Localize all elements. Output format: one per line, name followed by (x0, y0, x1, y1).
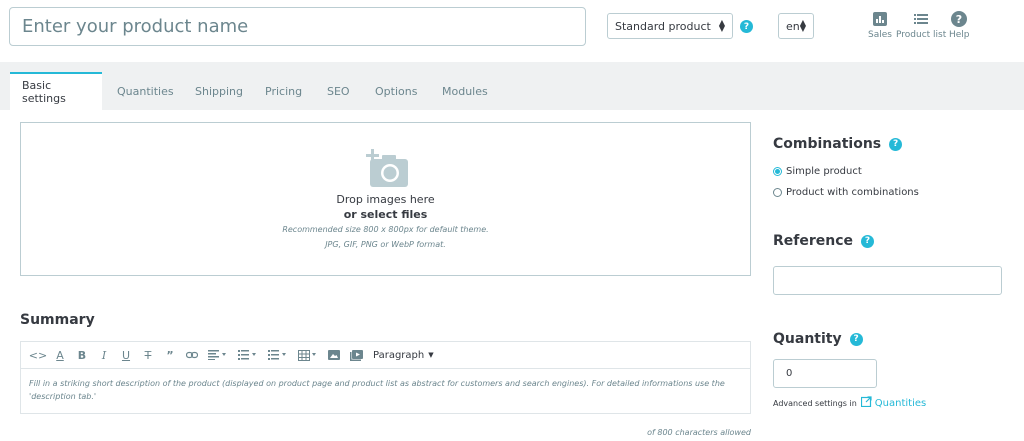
product-list-button[interactable]: Product list (896, 11, 946, 40)
advanced-settings-row: Advanced settings in Quantities (773, 396, 926, 410)
help-button[interactable]: ? Help (949, 11, 970, 40)
tab-options[interactable]: Options (363, 72, 429, 110)
radio-button[interactable] (773, 188, 782, 197)
camera-add-icon (366, 149, 408, 190)
tab-bar: Basic settings Quantities Shipping Prici… (0, 62, 1024, 110)
text-color-icon[interactable]: A (49, 345, 71, 365)
select-arrows-icon: ▲ ▼ (799, 18, 806, 33)
radio-product-with-combinations[interactable]: Product with combinations (773, 187, 919, 198)
tab-label: Quantities (117, 84, 174, 98)
media-icon[interactable] (345, 345, 367, 365)
tab-label: SEO (327, 84, 350, 98)
summary-title: Summary (20, 312, 95, 328)
quantity-input[interactable]: 0 (773, 359, 877, 388)
select-arrows-icon: ▲ ▼ (718, 18, 725, 33)
tab-label: Basic settings (22, 79, 66, 105)
combinations-title: Combinations ? (773, 136, 903, 152)
image-icon[interactable] (323, 345, 345, 365)
summary-text-area[interactable]: Fill in a striking short description of … (21, 369, 750, 411)
list-icon (914, 11, 929, 27)
external-link-icon (860, 396, 872, 410)
reference-input[interactable] (773, 266, 1002, 295)
quantity-title: Quantity ? (773, 331, 863, 347)
bold-icon[interactable]: B (71, 345, 93, 365)
radio-button[interactable] (773, 167, 782, 176)
tab-seo[interactable]: SEO (315, 72, 362, 110)
tab-label: Shipping (195, 84, 243, 98)
reference-help-icon[interactable]: ? (861, 234, 875, 248)
link-icon[interactable] (181, 345, 203, 365)
italic-icon[interactable]: I (93, 345, 115, 365)
help-label: Help (949, 30, 970, 40)
language-value: en (786, 19, 800, 33)
combinations-help-icon[interactable]: ? (889, 137, 903, 151)
numbered-list-icon[interactable] (263, 345, 293, 365)
advanced-settings-text: Advanced settings in (773, 398, 857, 408)
reference-title: Reference ? (773, 233, 875, 249)
bullet-list-icon[interactable] (233, 345, 263, 365)
quantity-value: 0 (786, 368, 793, 379)
language-select[interactable]: en ▲ ▼ (778, 13, 814, 39)
sales-button[interactable]: Sales (868, 11, 892, 40)
quantities-link[interactable]: Quantities (860, 396, 927, 410)
quantity-title-text: Quantity (773, 331, 842, 347)
reference-title-text: Reference (773, 233, 854, 249)
caret-down-icon: ▼ (428, 351, 434, 359)
paragraph-label: Paragraph (373, 349, 425, 361)
quantity-help-icon[interactable]: ? (849, 332, 863, 346)
product-type-select[interactable]: Standard product ▲ ▼ (607, 13, 733, 39)
summary-editor[interactable]: <> A B I U T ” Paragraph ▼ Fill in a str… (20, 341, 751, 414)
tab-shipping[interactable]: Shipping (183, 72, 255, 110)
paragraph-format-dropdown[interactable]: Paragraph ▼ (373, 350, 434, 361)
radio-label: Simple product (786, 166, 862, 177)
dropzone-size-hint: Recommended size 800 x 800px for default… (282, 225, 489, 234)
tab-label: Pricing (265, 84, 303, 98)
tab-modules[interactable]: Modules (430, 72, 500, 110)
character-counter: of 800 characters allowed (647, 428, 751, 437)
product-list-label: Product list (896, 30, 947, 40)
combinations-title-text: Combinations (773, 136, 882, 152)
image-dropzone[interactable]: Drop images here or select files Recomme… (20, 122, 751, 276)
quantities-link-text: Quantities (874, 397, 927, 409)
product-header: Standard product ▲▼ ? en ▲▼ Sales Produc… (0, 0, 1024, 62)
sales-label: Sales (868, 30, 892, 40)
tab-basic-settings[interactable]: Basic settings (10, 72, 102, 110)
product-type-help-icon[interactable]: ? (740, 20, 753, 33)
editor-toolbar: <> A B I U T ” Paragraph ▼ (21, 342, 750, 369)
dropzone-instruction: Drop images here (336, 193, 435, 206)
help-icon: ? (951, 11, 968, 27)
tab-quantities[interactable]: Quantities (105, 72, 186, 110)
select-files-link[interactable]: or select files (21, 208, 750, 221)
svg-text:?: ? (956, 13, 962, 26)
align-icon[interactable] (203, 345, 233, 365)
product-type-value: Standard product (615, 19, 711, 33)
dropzone-format-hint: JPG, GIF, PNG or WebP format. (325, 240, 446, 249)
bar-chart-icon (872, 11, 887, 27)
product-name-input[interactable] (9, 7, 586, 46)
tab-label: Options (375, 84, 418, 98)
radio-simple-product[interactable]: Simple product (773, 166, 862, 177)
underline-icon[interactable]: U (115, 345, 137, 365)
code-view-icon[interactable]: <> (27, 345, 49, 365)
blockquote-icon[interactable]: ” (159, 345, 181, 365)
tab-label: Modules (442, 84, 488, 98)
strikethrough-icon[interactable]: T (137, 345, 159, 365)
table-icon[interactable] (293, 345, 323, 365)
tab-pricing[interactable]: Pricing (253, 72, 314, 110)
radio-label: Product with combinations (786, 187, 919, 198)
